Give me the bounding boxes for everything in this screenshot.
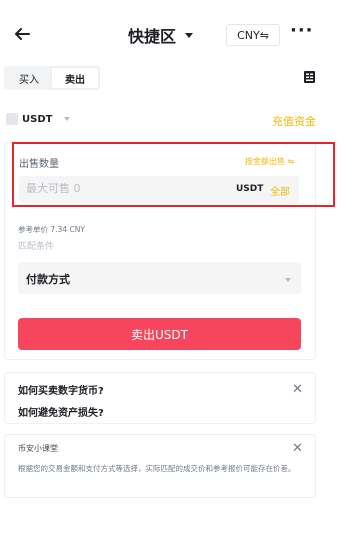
asset-selector[interactable]: USDT — [6, 113, 71, 125]
close-icon[interactable]: ✕ — [292, 383, 303, 396]
classroom-title: 币安小课堂 — [18, 444, 58, 453]
title-dropdown[interactable]: 快捷区 — [128, 23, 194, 47]
chevron-down-icon — [285, 278, 291, 282]
reference-price: 参考单价 7.34 CNY — [18, 225, 85, 234]
faq-link-trade[interactable]: 如何买卖数字货币? — [18, 382, 104, 397]
payment-method-label: 付款方式 — [26, 273, 70, 286]
highlight-box — [12, 142, 335, 207]
tab-buy[interactable]: 买入 — [6, 68, 52, 88]
header: 快捷区 CNY⇋ ··· — [0, 0, 342, 66]
chevron-down-icon — [64, 117, 71, 121]
chevron-down-icon — [185, 32, 194, 38]
coin-icon — [6, 113, 18, 125]
sell-usdt-button[interactable]: 卖出USDT — [18, 318, 301, 350]
deposit-link[interactable]: 充值资金 — [272, 113, 316, 129]
buy-sell-tabs: 买入 卖出 — [4, 66, 100, 90]
faq-link-avoid-loss[interactable]: 如何避免资产损失? — [18, 404, 104, 419]
more-icon[interactable]: ··· — [290, 22, 313, 44]
currency-toggle-button[interactable]: CNY⇋ — [226, 24, 280, 46]
orders-icon[interactable] — [304, 71, 315, 83]
page-title: 快捷区 — [128, 27, 177, 46]
asset-name: USDT — [22, 113, 53, 125]
tab-sell[interactable]: 卖出 — [52, 68, 98, 88]
back-arrow-icon[interactable] — [10, 22, 34, 46]
close-icon[interactable]: ✕ — [292, 442, 303, 455]
match-conditions-label: 匹配条件 — [18, 242, 55, 252]
classroom-text: 根据您的交易金额和支付方式等选择，实际匹配的成交价和参考报价可能存在价差。 — [18, 464, 296, 473]
